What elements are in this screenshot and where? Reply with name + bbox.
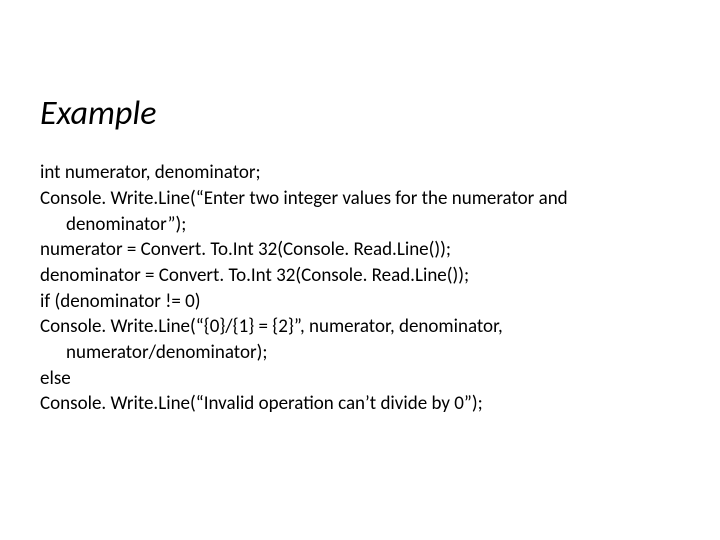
code-line: else	[40, 366, 670, 392]
code-line: Console. Write.Line(“Enter two integer v…	[40, 186, 670, 237]
code-block: int numerator, denominator; Console. Wri…	[40, 160, 670, 416]
code-text: Console. Write.Line(“{0}/{1} = {2}”, num…	[40, 315, 503, 338]
code-text: numerator/denominator);	[40, 340, 670, 366]
slide: Example int numerator, denominator; Cons…	[0, 0, 720, 540]
slide-title: Example	[40, 95, 670, 132]
code-line: Console. Write.Line(“Invalid operation c…	[40, 391, 670, 417]
code-line: int numerator, denominator;	[40, 160, 670, 186]
code-text: denominator”);	[40, 212, 670, 238]
code-line: denominator = Convert. To.Int 32(Console…	[40, 263, 670, 289]
code-line: if (denominator != 0)	[40, 289, 670, 315]
code-text: Console. Write.Line(“Enter two integer v…	[40, 187, 568, 210]
code-line: Console. Write.Line(“{0}/{1} = {2}”, num…	[40, 314, 670, 365]
code-line: numerator = Convert. To.Int 32(Console. …	[40, 237, 670, 263]
